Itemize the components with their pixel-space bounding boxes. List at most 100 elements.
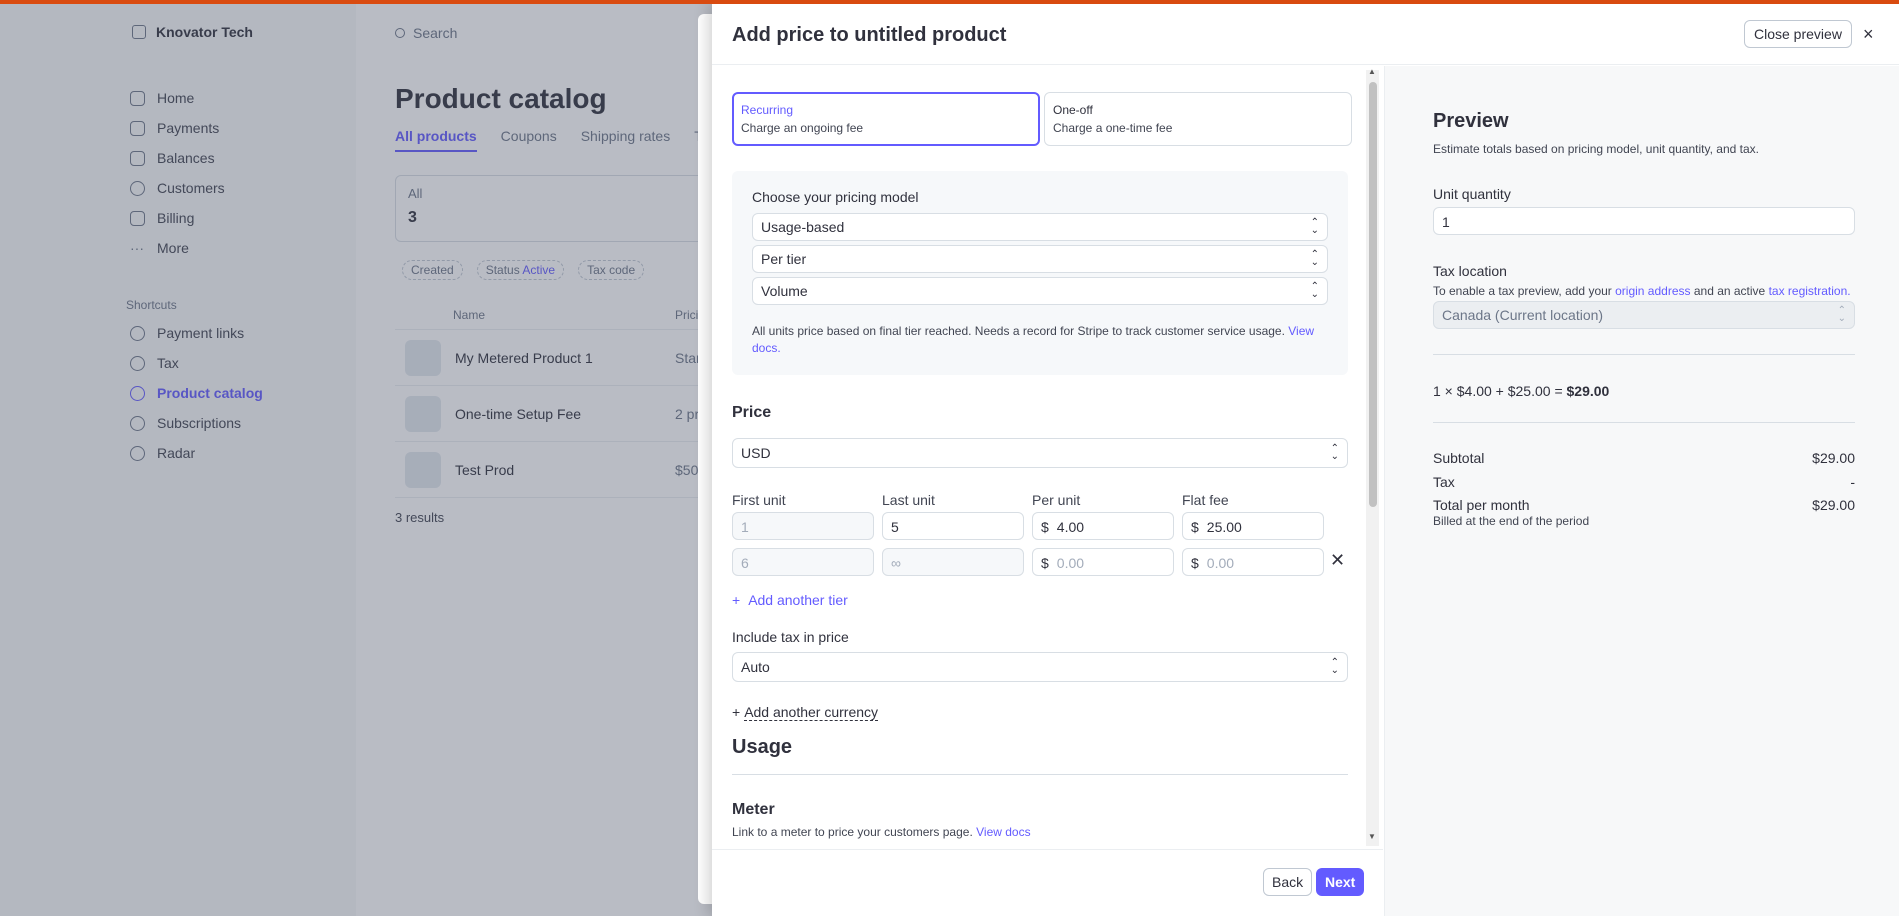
tier1-flat-fee[interactable]: $25.00 [1182,512,1324,540]
meter-heading: Meter [732,801,775,818]
option-desc: Charge an ongoing fee [741,121,864,135]
pricing-help: All units price based on final tier reac… [752,323,1322,357]
tier-type-select[interactable]: Volume ⌃ ⌄ [752,277,1328,305]
price-form: Recurring Charge an ongoing fee One-off … [712,66,1374,849]
currency-symbol: $ [1191,555,1199,571]
select-value: Volume [761,283,808,299]
row-label: Total per month [1433,497,1530,513]
form-scrollbar-thumb[interactable] [1369,82,1377,507]
preview-panel: Preview Estimate totals based on pricing… [1384,66,1899,916]
chevron-updown-icon: ⌃ ⌄ [1330,657,1339,676]
select-value: Canada (Current location) [1442,307,1604,323]
col-last-unit: Last unit [882,492,935,508]
chevron-updown-icon: ⌃ ⌄ [1310,281,1319,300]
select-value: Auto [741,659,770,675]
row-value: $29.00 [1812,497,1855,513]
scroll-up-arrow-icon[interactable]: ▲ [1368,67,1376,76]
chevron-updown-icon: ⌃ ⌄ [1837,305,1846,324]
chevron-updown-icon: ⌃ ⌄ [1330,443,1339,462]
add-currency-button[interactable]: + Add another currency [732,704,879,721]
divider [732,774,1348,775]
tax-note: To enable a tax preview, add your origin… [1433,284,1873,298]
divider [1433,422,1855,423]
origin-address-link[interactable]: origin address [1615,284,1690,298]
preview-title: Preview [1433,110,1509,132]
meter-desc-text: Link to a meter to price your customers … [732,825,973,839]
tier2-per-unit[interactable]: $0.00 [1032,548,1174,576]
billing-note: Billed at the end of the period [1433,514,1590,528]
preview-subtitle: Estimate totals based on pricing model, … [1433,142,1759,156]
plus-icon: + [732,704,741,720]
tier2-last-unit: ∞ [882,548,1024,576]
calc-expression: 1 × $4.00 + $25.00 = [1433,383,1563,399]
pricing-model-label: Choose your pricing model [752,189,919,205]
select-value: USD [741,445,771,461]
meter-docs-link[interactable]: View docs [976,825,1030,839]
row-value: $29.00 [1812,450,1855,466]
option-title: Recurring [741,103,794,117]
currency-symbol: $ [1041,519,1049,535]
divider [1433,354,1855,355]
price-heading: Price [732,404,772,421]
select-value: Per tier [761,251,807,267]
tax-row: Tax - [1433,474,1855,490]
row-label: Tax [1433,474,1455,490]
tier2-flat-fee[interactable]: $0.00 [1182,548,1324,576]
currency-symbol: $ [1191,519,1199,535]
unit-quantity-label: Unit quantity [1433,186,1511,202]
input-value: 4.00 [1056,519,1085,535]
tier1-first-unit: 1 [732,512,874,540]
option-one-off[interactable]: One-off Charge a one-time fee [1044,92,1352,146]
add-tier-button[interactable]: + Add another tier [732,592,848,608]
tier2-first-unit: 6 [732,548,874,576]
meter-description: Link to a meter to price your customers … [732,825,1031,839]
close-preview-button[interactable]: Close preview [1744,20,1852,48]
tax-registration-link[interactable]: tax registration. [1769,284,1851,298]
modal-title: Add price to untitled product [732,24,1007,46]
remove-tier-icon[interactable]: ✕ [1330,550,1345,571]
tax-location-select: Canada (Current location) ⌃ ⌄ [1433,301,1855,329]
total-row: Total per month $29.00 [1433,497,1855,513]
currency-symbol: $ [1041,555,1049,571]
chevron-updown-icon: ⌃ ⌄ [1310,249,1319,268]
modal-header: Add price to untitled product Close prev… [712,4,1899,65]
row-label: Subtotal [1433,450,1485,466]
col-flat-fee: Flat fee [1182,492,1229,508]
tax-note-text: To enable a tax preview, add your [1433,284,1612,298]
col-first-unit: First unit [732,492,786,508]
add-price-modal: Add price to untitled product Close prev… [712,4,1899,916]
option-title: One-off [1053,103,1093,117]
col-per-unit: Per unit [1032,492,1081,508]
tax-note-text: and an active [1693,284,1766,298]
unit-quantity-input[interactable]: 1 [1433,207,1855,235]
help-text: All units price based on final tier reac… [752,324,1285,338]
scroll-down-arrow-icon[interactable]: ▼ [1368,832,1376,841]
pricing-model-box: Choose your pricing model Usage-based ⌃ ⌄ … [732,171,1348,375]
modal-footer: Back Next [712,849,1383,916]
tier-mode-select[interactable]: Per tier ⌃ ⌄ [752,245,1328,273]
include-tax-select[interactable]: Auto ⌃ ⌄ [732,652,1348,682]
price-calculation: 1 × $4.00 + $25.00 = $29.00 [1433,383,1609,399]
input-value: 25.00 [1206,519,1242,535]
option-recurring[interactable]: Recurring Charge an ongoing fee [732,92,1040,146]
chevron-updown-icon: ⌃ ⌄ [1310,217,1319,236]
calc-total: $29.00 [1566,383,1610,399]
tier1-per-unit[interactable]: $4.00 [1032,512,1174,540]
top-accent-bar [0,0,1899,4]
tax-location-label: Tax location [1433,263,1507,279]
select-value: Usage-based [761,219,845,235]
next-button[interactable]: Next [1316,868,1365,896]
add-tier-label: Add another tier [748,592,848,608]
input-placeholder: 0.00 [1056,555,1085,571]
back-button[interactable]: Back [1263,868,1313,896]
tier1-last-unit[interactable]: 5 [882,512,1024,540]
close-icon[interactable]: × [1863,20,1874,48]
input-placeholder: 0.00 [1206,555,1235,571]
subtotal-row: Subtotal $29.00 [1433,450,1855,466]
include-tax-label: Include tax in price [732,629,849,645]
currency-select[interactable]: USD ⌃ ⌄ [732,438,1348,468]
row-value: - [1850,474,1855,490]
usage-heading: Usage [732,736,793,758]
pricing-model-select[interactable]: Usage-based ⌃ ⌄ [752,213,1328,241]
plus-icon: + [732,592,741,608]
